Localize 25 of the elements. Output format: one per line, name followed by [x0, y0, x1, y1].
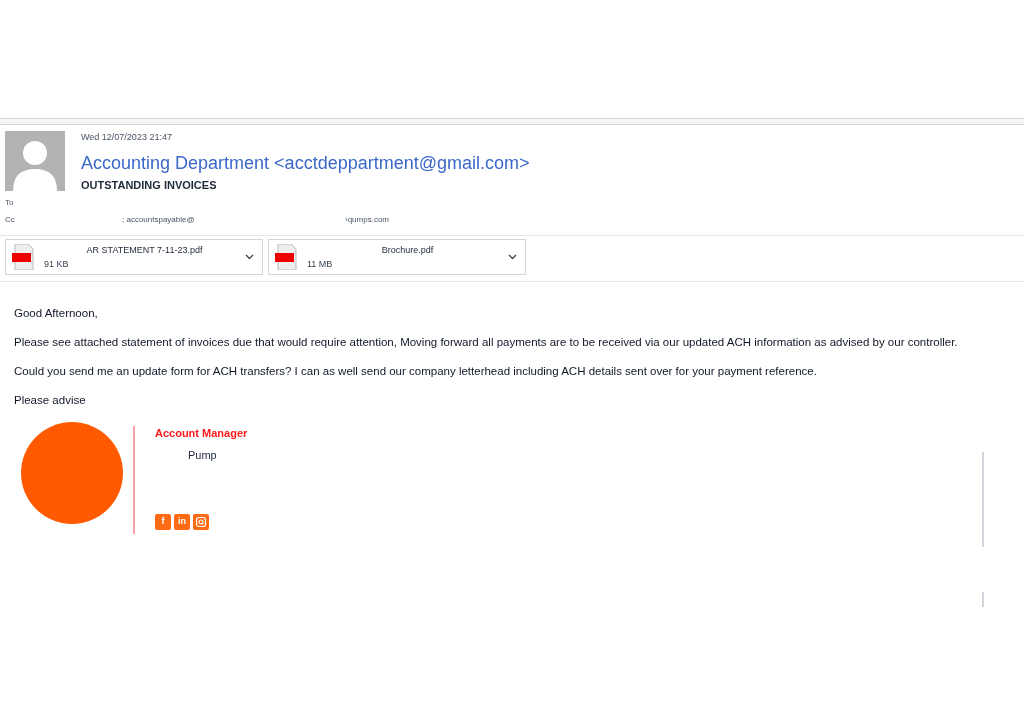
attachment-size: 91 KB	[44, 258, 70, 270]
attachment-name: AR STATEMENT 7-11-23.pdf	[85, 244, 204, 256]
body-paragraph: Good Afternoon,	[14, 306, 99, 321]
attachment-name: Brochure.pdf	[380, 244, 435, 256]
attachment-size: 11 MB	[307, 258, 334, 270]
camera-icon[interactable]	[193, 514, 209, 530]
subject-line: OUTSTANDING INVOICES	[81, 178, 218, 192]
cc-label: Cc	[5, 214, 16, 226]
to-label: To	[5, 197, 14, 209]
company-name: Pump	[187, 448, 218, 462]
pdf-file-icon	[275, 244, 297, 270]
chevron-down-icon	[245, 254, 254, 260]
body-paragraph: Please see attached statement of invoices due that would require attention, Moving forward all payments are to be received via our updated ACH information as advised by our controller.	[14, 335, 959, 350]
avatar-icon	[5, 131, 65, 191]
body-paragraph: Please advise	[14, 393, 87, 408]
attachment-chip[interactable]: Brochure.pdf 11 MB	[268, 239, 526, 275]
sender-name: Accounting Department <acctdeppartment@gmail.com>	[81, 152, 530, 175]
cc-address: ; accountspayable@	[122, 214, 196, 226]
cc-address: ›qumps.com	[345, 214, 389, 226]
body-paragraph: Could you send me an update form for ACH transfers? I can as well send our company letterhead including ACH details sent over for your payment reference.	[14, 364, 818, 379]
chevron-down-icon	[508, 254, 517, 260]
attachment-chip[interactable]: AR STATEMENT 7-11-23.pdf 91 KB	[5, 239, 263, 275]
pdf-file-icon	[12, 244, 34, 270]
signature-title: Account Manager	[155, 426, 248, 440]
sent-date: Wed 12/07/2023 21:47	[81, 131, 173, 143]
